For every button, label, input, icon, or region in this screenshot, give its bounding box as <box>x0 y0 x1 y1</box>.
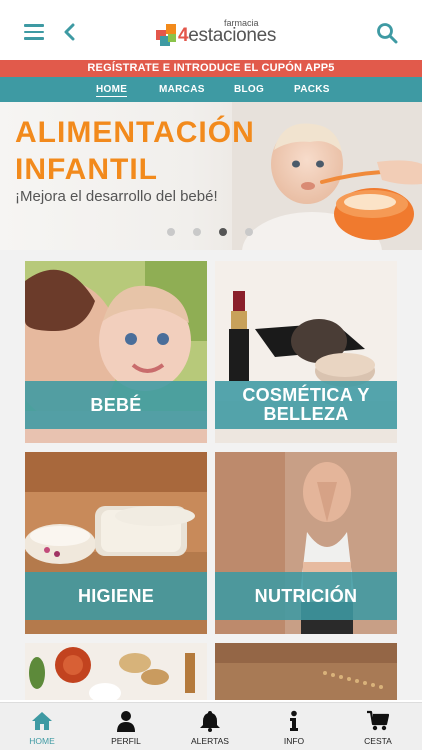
hero-subtitle: ¡Mejora el desarrollo del bebé! <box>15 188 218 205</box>
bottom-tab-bar: HOME PERFIL ALERTAS INFO CESTA <box>0 702 422 750</box>
home-icon <box>32 712 52 730</box>
bell-icon <box>200 711 220 732</box>
tabbar-perfil[interactable]: PERFIL <box>84 703 168 750</box>
tabbar-label: PERFIL <box>111 736 141 746</box>
tab-marcas[interactable]: MARCAS <box>159 77 205 102</box>
tab-label: HOME <box>96 84 128 97</box>
tab-label: MARCAS <box>159 84 205 95</box>
category-label-band: BEBÉ <box>25 381 207 429</box>
category-tile-partial-right[interactable] <box>215 643 397 700</box>
tab-label: PACKS <box>294 84 330 95</box>
info-icon <box>290 710 298 731</box>
hero-title-line2: INFANTIL <box>15 153 158 186</box>
search-icon[interactable] <box>376 22 398 44</box>
logo-blocks-icon <box>156 24 176 46</box>
chevron-left-icon[interactable] <box>62 23 76 41</box>
tabbar-home[interactable]: HOME <box>0 703 84 750</box>
carousel-dot[interactable] <box>167 228 175 236</box>
category-tile-partial-left[interactable] <box>25 643 207 700</box>
carousel-dot-active[interactable] <box>219 228 227 236</box>
hero-banner[interactable]: ALIMENTACIÓN INFANTIL ¡Mejora el desarro… <box>0 102 422 250</box>
logo-number: 4 <box>178 25 189 46</box>
tabbar-label: ALERTAS <box>191 736 229 746</box>
category-grid: BEBÉ COSMÉTICA Y BELLEZA HIGIENE NUTRICI… <box>0 250 422 700</box>
category-label-band: NUTRICIÓN <box>215 572 397 620</box>
category-tile-bebe[interactable]: BEBÉ <box>25 261 207 443</box>
category-label-band: COSMÉTICA Y BELLEZA <box>215 381 397 429</box>
carousel-dot[interactable] <box>245 228 253 236</box>
hero-title: ALIMENTACIÓN INFANTIL <box>15 114 255 188</box>
promo-banner[interactable]: REGÍSTRATE E INTRODUCE EL CUPÓN APP5 <box>0 60 422 77</box>
category-tile-nutricion[interactable]: NUTRICIÓN <box>215 452 397 634</box>
category-label: HIGIENE <box>77 585 155 606</box>
carousel-dot[interactable] <box>193 228 201 236</box>
category-tile-cosmetica[interactable]: COSMÉTICA Y BELLEZA <box>215 261 397 443</box>
category-label-band: HIGIENE <box>25 572 207 620</box>
category-tile-higiene[interactable]: HIGIENE <box>25 452 207 634</box>
tabbar-info[interactable]: INFO <box>252 703 336 750</box>
tabbar-cesta[interactable]: CESTA <box>336 703 420 750</box>
cart-icon <box>367 710 389 731</box>
tab-label: BLOG <box>234 84 265 95</box>
tab-blog[interactable]: BLOG <box>234 77 264 102</box>
tabbar-alertas[interactable]: ALERTAS <box>168 703 252 750</box>
tabbar-label: HOME <box>29 736 55 746</box>
hero-title-line1: ALIMENTACIÓN <box>15 116 255 149</box>
app-screen: farmacia 4estaciones REGÍSTRATE E INTROD… <box>0 0 422 750</box>
tabbar-label: INFO <box>283 736 305 746</box>
tab-packs[interactable]: PACKS <box>294 77 330 102</box>
logo-word: estaciones <box>188 25 277 46</box>
carousel-dots <box>167 228 257 238</box>
hero-baby-image <box>232 102 422 250</box>
app-header: farmacia 4estaciones <box>0 0 422 60</box>
wood-image <box>215 643 397 700</box>
top-nav: HOME MARCAS BLOG PACKS <box>0 77 422 102</box>
hamburger-menu-icon[interactable] <box>24 24 44 40</box>
herbs-image <box>25 643 207 700</box>
user-icon <box>117 711 135 732</box>
brand-logo[interactable]: farmacia 4estaciones <box>156 18 276 48</box>
tab-home[interactable]: HOME <box>96 77 128 102</box>
category-label: COSMÉTICA Y BELLEZA <box>242 385 370 424</box>
category-label: BEBÉ <box>90 394 142 415</box>
category-label: NUTRICIÓN <box>254 585 358 606</box>
logo-main-text: 4estaciones <box>178 25 276 47</box>
tabbar-label: CESTA <box>364 736 392 746</box>
